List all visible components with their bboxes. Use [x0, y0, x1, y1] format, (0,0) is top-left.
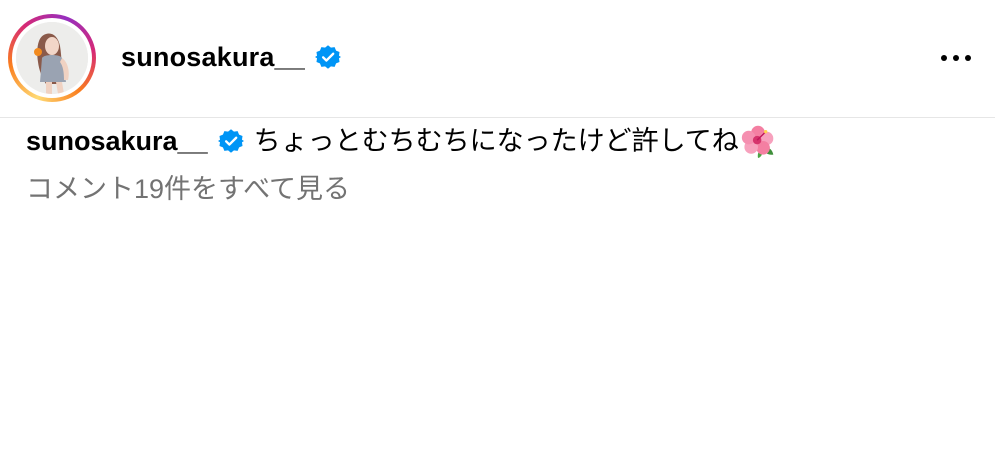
- avatar-border: [12, 18, 92, 98]
- caption-text: ちょっとむちむちになったけど許してね: [253, 126, 739, 156]
- verified-badge-icon: [315, 45, 341, 69]
- hibiscus-emoji: [741, 125, 774, 158]
- header-username-row: sunosakura__: [121, 40, 341, 74]
- more-horizontal-icon[interactable]: [936, 48, 976, 68]
- verified-badge-icon: [217, 129, 244, 153]
- post-header: sunosakura__: [0, 0, 995, 118]
- view-all-comments-link[interactable]: コメント19件をすべて見る: [26, 170, 350, 208]
- caption-username[interactable]: sunosakura__: [26, 122, 208, 160]
- avatar-image: [16, 22, 88, 94]
- avatar-story-ring[interactable]: [8, 14, 96, 102]
- avatar[interactable]: [16, 22, 88, 94]
- header-username[interactable]: sunosakura__: [121, 40, 305, 74]
- post-caption: sunosakura__ ちょっとむちむちになったけど許してね: [26, 122, 775, 160]
